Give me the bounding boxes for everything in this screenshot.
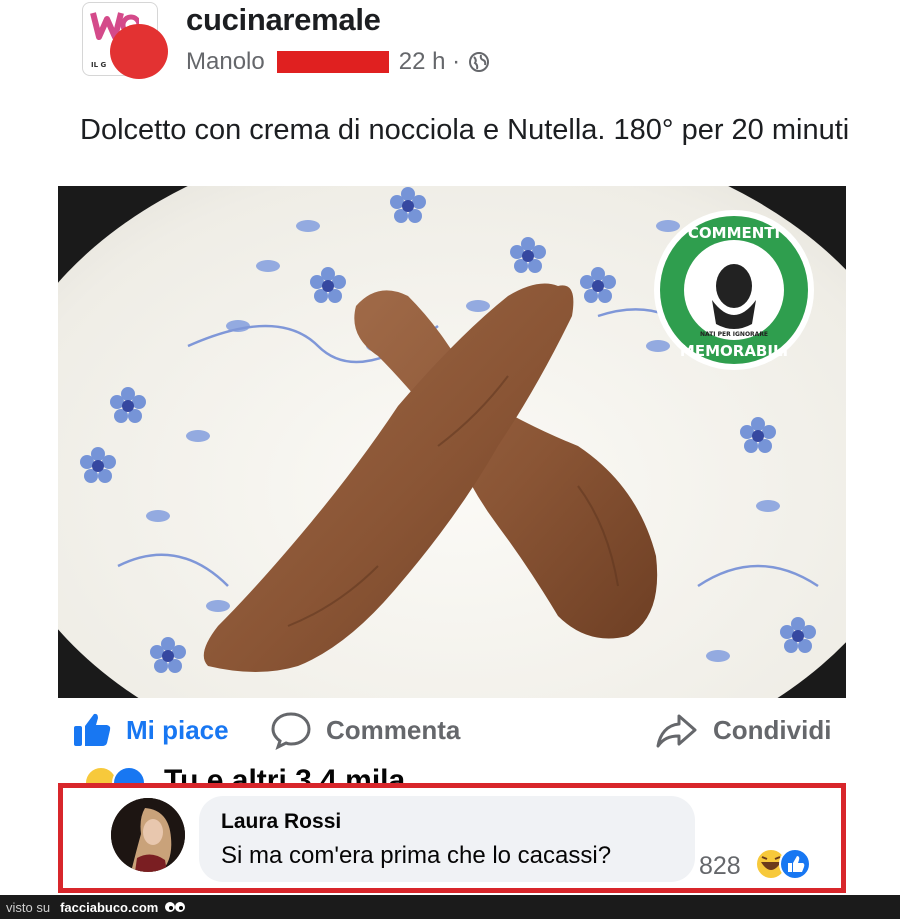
post-time[interactable]: 22 h ·	[399, 48, 460, 76]
post-text: Dolcetto con crema di nocciola e Nutella…	[80, 114, 850, 146]
comment-label: Commenta	[326, 714, 461, 745]
highlighted-comment: Laura Rossi Si ma com'era prima che lo c…	[58, 783, 846, 893]
share-label: Condividi	[713, 714, 832, 745]
comment-text: Si ma com'era prima che lo cacassi?	[221, 842, 612, 869]
post-meta: Manolo 22 h ·	[186, 46, 490, 78]
comment-button[interactable]: Commenta	[270, 710, 460, 750]
comment-bubble-icon	[271, 712, 311, 750]
like-label: Mi piace	[126, 714, 229, 745]
group-name[interactable]: cucinaremale	[186, 2, 381, 38]
thumbs-up-icon	[74, 713, 111, 746]
watermark-badge: COMMENTI MEMORABILI NATI PER IGNORARE	[654, 210, 814, 370]
eyes-logo-icon	[165, 902, 186, 912]
redaction-bar	[276, 51, 389, 73]
post-actions: Mi piace Commenta Condividi	[0, 700, 900, 762]
comment-reactions-icon[interactable]	[753, 846, 813, 882]
comment-bubble[interactable]: Laura Rossi Si ma com'era prima che lo c…	[199, 796, 695, 882]
avatar[interactable]	[110, 24, 168, 79]
watermark-bottom: MEMORABILI	[680, 342, 788, 360]
share-arrow-icon	[656, 714, 697, 748]
comment-reaction-count[interactable]: 828	[699, 852, 741, 881]
logo-caption: IL G	[91, 61, 107, 69]
commenter-avatar[interactable]	[111, 798, 185, 872]
post-photo: COMMENTI MEMORABILI NATI PER IGNORARE	[58, 186, 846, 698]
watermark-top: COMMENTI	[688, 224, 780, 242]
footer-prefix: visto su	[6, 899, 51, 915]
globe-icon	[469, 52, 490, 72]
avatar-photo	[111, 798, 185, 872]
author-name[interactable]: Manolo	[186, 48, 265, 76]
post-image[interactable]: COMMENTI MEMORABILI NATI PER IGNORARE	[58, 186, 846, 698]
site-footer: visto su facciabuco.com	[0, 895, 900, 919]
share-button[interactable]: Condividi	[655, 710, 831, 750]
post-header: IL G cucinaremale Manolo 22 h ·	[0, 0, 900, 100]
footer-brand[interactable]: facciabuco.com	[60, 900, 158, 915]
like-button[interactable]: Mi piace	[72, 710, 229, 750]
watermark-small: NATI PER IGNORARE	[700, 331, 768, 338]
commenter-name[interactable]: Laura Rossi	[221, 810, 341, 834]
